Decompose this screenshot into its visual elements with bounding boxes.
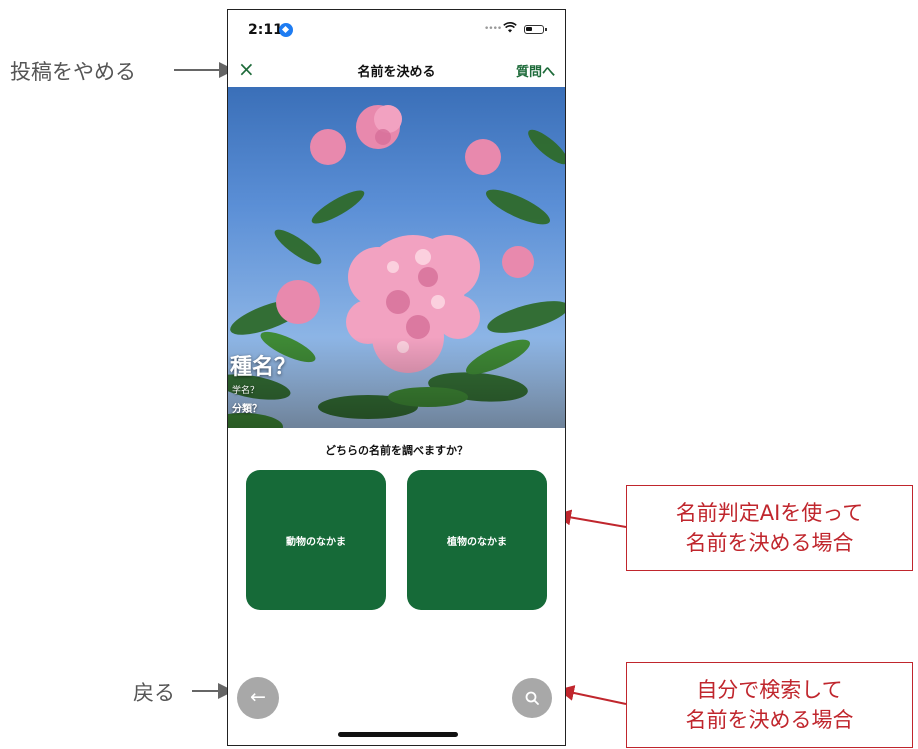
search-icon: [525, 691, 539, 705]
search-arrow: [558, 685, 627, 705]
cancel-post-annotation: 投稿をやめる: [10, 60, 136, 84]
plants-button[interactable]: 植物のなかま: [407, 470, 547, 610]
phone-screen: 2:11 •••• × 名前を決める 質問へ 種名？ 学名？ 分類？ どちらの名…: [227, 9, 566, 746]
battery-icon: [524, 25, 547, 34]
wifi-icon: [503, 22, 517, 37]
search-button[interactable]: [512, 678, 552, 718]
to-questions-button[interactable]: 質問へ: [516, 61, 555, 80]
animals-button[interactable]: 動物のなかま: [246, 470, 386, 610]
taxonomy: 分類？: [232, 404, 262, 415]
back-annotation: 戻る: [133, 681, 175, 705]
ai-callout-line2: 名前を決める場合: [685, 531, 854, 555]
status-time: 2:11: [248, 22, 283, 38]
search-callout: 自分で検索して 名前を決める場合: [626, 662, 913, 748]
status-bar: 2:11 ••••: [228, 10, 565, 50]
search-callout-line1: 自分で検索して: [696, 678, 843, 702]
page-title: 名前を決める: [357, 65, 436, 80]
navbar: × 名前を決める 質問へ: [228, 55, 565, 87]
ai-arrow: [555, 509, 627, 528]
identify-question: どちらの名前を調べますか？: [325, 444, 468, 457]
scientific-name: 学名？: [232, 386, 260, 396]
back-button[interactable]: ←: [237, 677, 279, 719]
specimen-photo: 種名？ 学名？ 分類？: [228, 87, 565, 428]
search-callout-line2: 名前を決める場合: [685, 708, 854, 732]
home-indicator: [338, 732, 458, 737]
ai-callout-line1: 名前判定AIを使って: [675, 501, 864, 525]
species-name: 種名？: [230, 355, 297, 380]
location-icon: [279, 23, 293, 37]
signal-icon: ••••: [484, 24, 502, 34]
ai-callout: 名前判定AIを使って 名前を決める場合: [626, 485, 913, 571]
back-arrow-icon: ←: [250, 686, 266, 708]
